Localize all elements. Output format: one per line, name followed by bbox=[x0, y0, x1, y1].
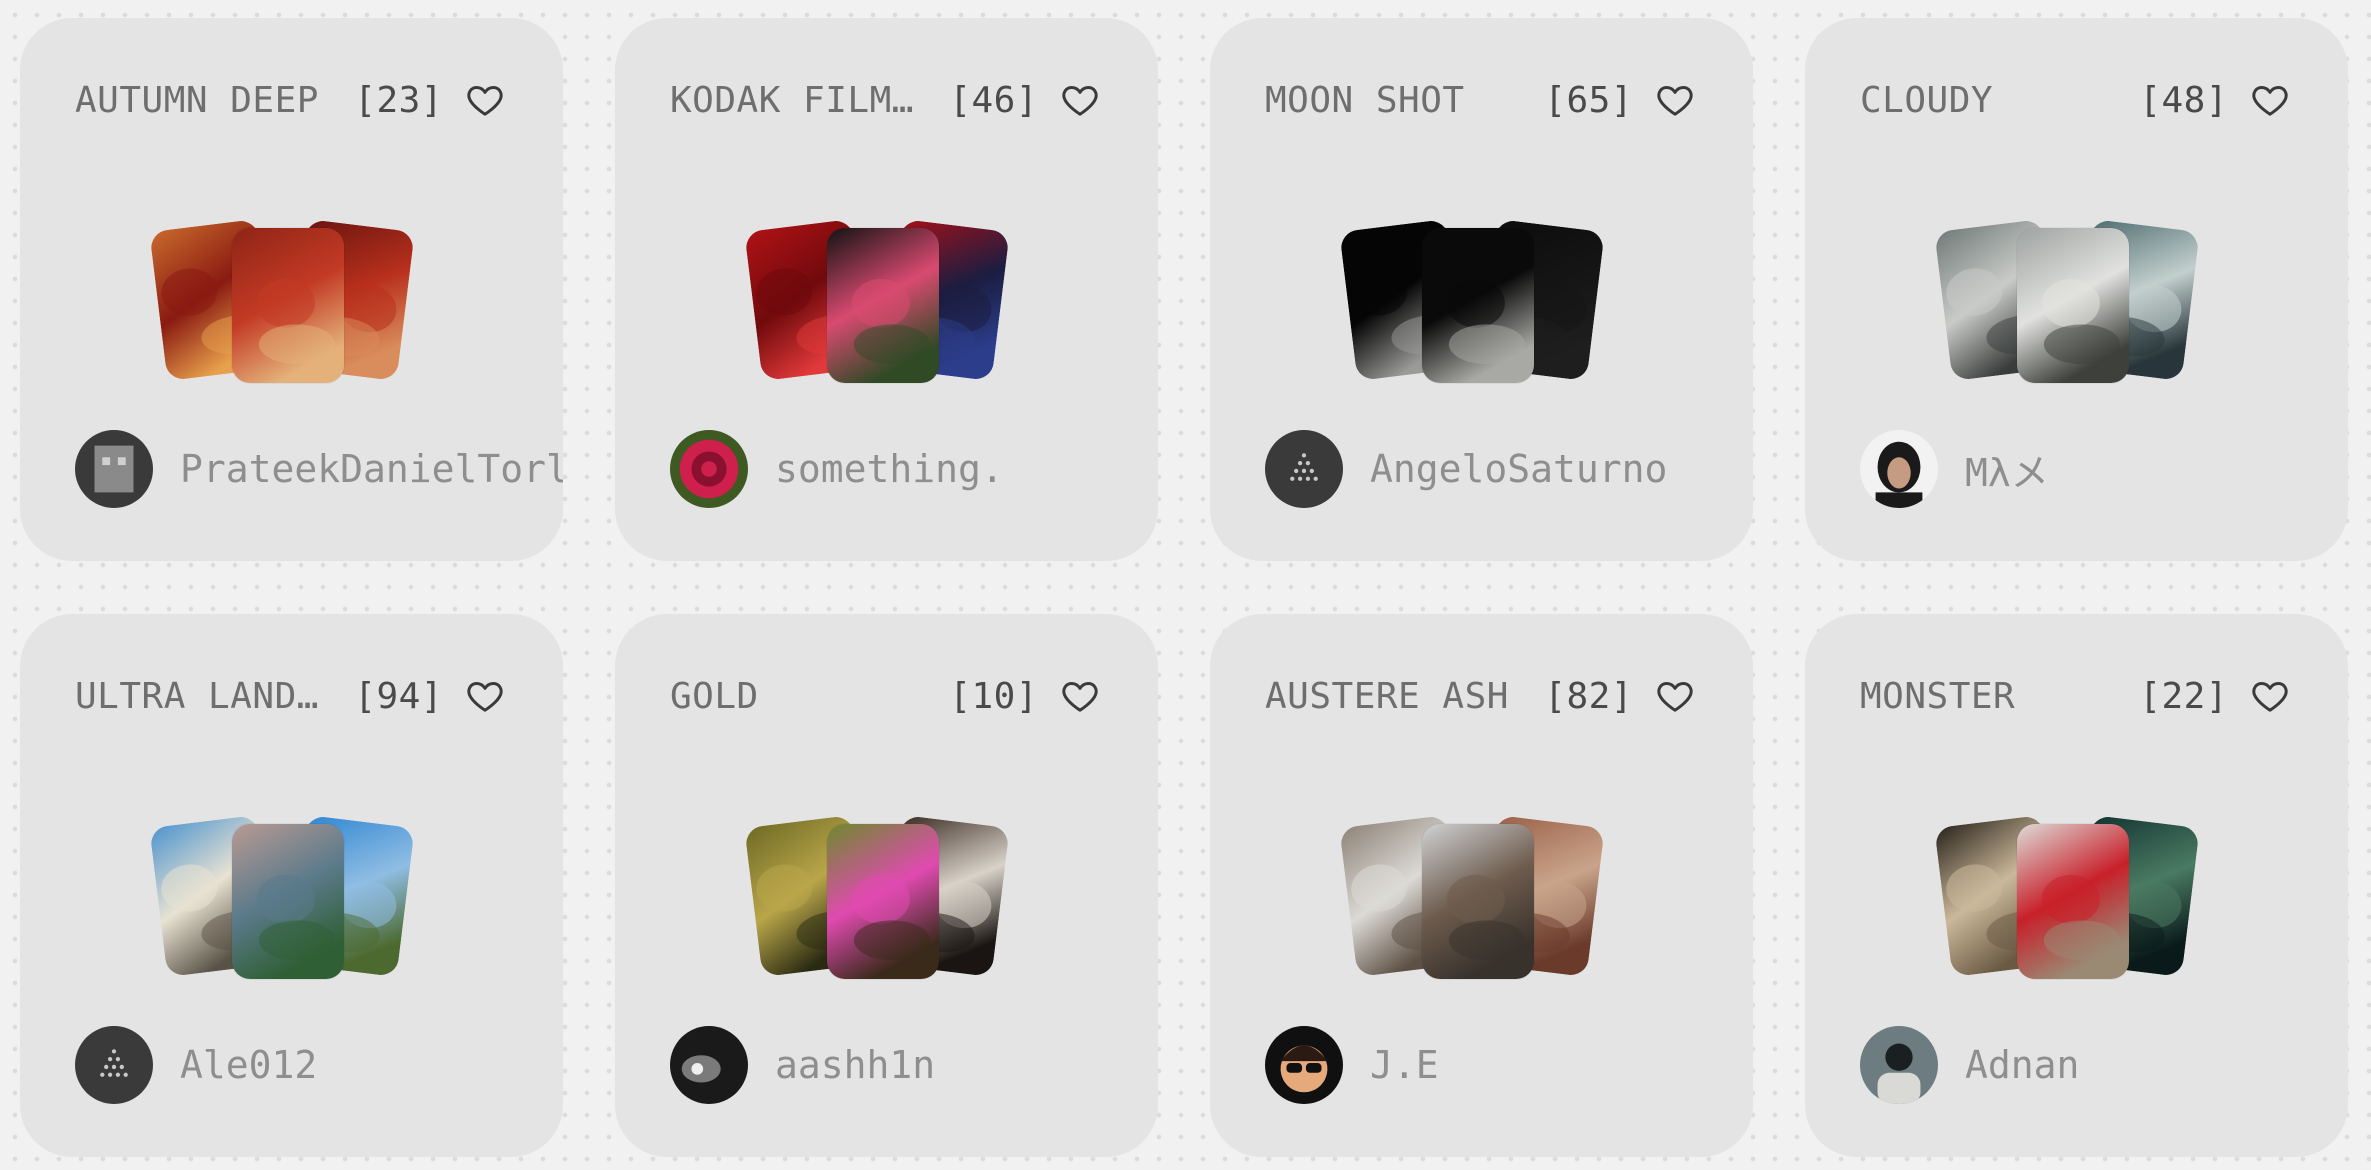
collections-grid: AUTUMN DEEP [23] PrateekDanielTorlk KODA… bbox=[20, 18, 2348, 1157]
collection-card[interactable]: GOLD [10] aashh1n bbox=[615, 614, 1158, 1157]
photo-thumbnail bbox=[232, 228, 344, 383]
photo-thumbnail bbox=[827, 824, 939, 979]
collection-count: [82] bbox=[1544, 675, 1633, 717]
collection-title: MOON SHOT bbox=[1265, 79, 1465, 121]
selfie-avatar[interactable] bbox=[1860, 1026, 1938, 1104]
heart-icon[interactable] bbox=[2250, 80, 2290, 120]
collection-card[interactable]: KODAK FILM GOLD 200 [46] something. bbox=[615, 18, 1158, 561]
collection-count: [46] bbox=[949, 79, 1038, 121]
dark-photo-avatar[interactable] bbox=[670, 1026, 748, 1104]
author-row[interactable]: Mλメ bbox=[1860, 430, 2348, 508]
author-row[interactable]: Adnan bbox=[1860, 1026, 2348, 1104]
card-header: AUSTERE ASH [82] bbox=[1265, 674, 1695, 718]
photo-stack[interactable] bbox=[20, 799, 563, 979]
collection-count: [48] bbox=[2139, 79, 2228, 121]
collection-card[interactable]: AUSTERE ASH [82] J.E bbox=[1210, 614, 1753, 1157]
photo-stack[interactable] bbox=[1805, 799, 2348, 979]
collection-card[interactable]: AUTUMN DEEP [23] PrateekDanielTorlk bbox=[20, 18, 563, 561]
collection-count: [22] bbox=[2139, 675, 2228, 717]
heart-icon[interactable] bbox=[1060, 80, 1100, 120]
collection-card[interactable]: MOON SHOT [65] AngeloSaturno bbox=[1210, 18, 1753, 561]
portrait-avatar[interactable] bbox=[1860, 430, 1938, 508]
collection-count: [94] bbox=[354, 675, 443, 717]
author-name[interactable]: Adnan bbox=[1965, 1043, 2079, 1087]
photo-thumbnail bbox=[2017, 228, 2129, 383]
photo-stack[interactable] bbox=[1210, 203, 1753, 383]
card-header: AUTUMN DEEP [23] bbox=[75, 78, 505, 122]
author-name[interactable]: aashh1n bbox=[775, 1043, 935, 1087]
collection-count: [23] bbox=[354, 79, 443, 121]
triangle-logo-avatar[interactable] bbox=[1265, 430, 1343, 508]
card-header: MONSTER [22] bbox=[1860, 674, 2290, 718]
collection-title: MONSTER bbox=[1860, 675, 2016, 717]
heart-icon[interactable] bbox=[465, 676, 505, 716]
collection-count: [65] bbox=[1544, 79, 1633, 121]
card-header: ULTRA LANDSCAPES [94] bbox=[75, 674, 505, 718]
author-name[interactable]: J.E bbox=[1370, 1043, 1439, 1087]
author-name[interactable]: Ale012 bbox=[180, 1043, 317, 1087]
collection-card[interactable]: CLOUDY [48] Mλメ bbox=[1805, 18, 2348, 561]
photo-stack[interactable] bbox=[615, 203, 1158, 383]
collection-title: AUSTERE ASH bbox=[1265, 675, 1509, 717]
collection-card[interactable]: ULTRA LANDSCAPES [94] Ale012 bbox=[20, 614, 563, 1157]
author-name[interactable]: AngeloSaturno bbox=[1370, 447, 1667, 491]
card-header: GOLD [10] bbox=[670, 674, 1100, 718]
author-name[interactable]: something. bbox=[775, 447, 1004, 491]
author-row[interactable]: AngeloSaturno bbox=[1265, 430, 1753, 508]
heart-icon[interactable] bbox=[1655, 676, 1695, 716]
card-header: CLOUDY [48] bbox=[1860, 78, 2290, 122]
rose-avatar[interactable] bbox=[670, 430, 748, 508]
author-row[interactable]: Ale012 bbox=[75, 1026, 563, 1104]
heart-icon[interactable] bbox=[2250, 676, 2290, 716]
collection-card[interactable]: MONSTER [22] Adnan bbox=[1805, 614, 2348, 1157]
author-name[interactable]: PrateekDanielTorlk bbox=[180, 447, 563, 491]
author-row[interactable]: PrateekDanielTorlk bbox=[75, 430, 563, 508]
photo-stack[interactable] bbox=[1210, 799, 1753, 979]
card-header: KODAK FILM GOLD 200 [46] bbox=[670, 78, 1100, 122]
photo-stack[interactable] bbox=[1805, 203, 2348, 383]
collection-title: KODAK FILM GOLD 200 bbox=[670, 79, 949, 121]
photo-thumbnail bbox=[827, 228, 939, 383]
author-row[interactable]: something. bbox=[670, 430, 1158, 508]
collection-title: CLOUDY bbox=[1860, 79, 1994, 121]
photo-thumbnail bbox=[1422, 824, 1534, 979]
collection-title: GOLD bbox=[670, 675, 759, 717]
photo-stack[interactable] bbox=[20, 203, 563, 383]
photo-thumbnail bbox=[2017, 824, 2129, 979]
photo-thumbnail bbox=[1422, 228, 1534, 383]
photo-stack[interactable] bbox=[615, 799, 1158, 979]
collection-title: ULTRA LANDSCAPES bbox=[75, 675, 354, 717]
emoji-face-avatar[interactable] bbox=[1265, 1026, 1343, 1104]
author-row[interactable]: aashh1n bbox=[670, 1026, 1158, 1104]
collection-title: AUTUMN DEEP bbox=[75, 79, 319, 121]
photo-thumbnail bbox=[232, 824, 344, 979]
author-name[interactable]: Mλメ bbox=[1965, 442, 2049, 497]
card-header: MOON SHOT [65] bbox=[1265, 78, 1695, 122]
heart-icon[interactable] bbox=[1060, 676, 1100, 716]
pixel-portrait-avatar[interactable] bbox=[75, 430, 153, 508]
heart-icon[interactable] bbox=[465, 80, 505, 120]
author-row[interactable]: J.E bbox=[1265, 1026, 1753, 1104]
triangle-logo-avatar[interactable] bbox=[75, 1026, 153, 1104]
collection-count: [10] bbox=[949, 675, 1038, 717]
heart-icon[interactable] bbox=[1655, 80, 1695, 120]
